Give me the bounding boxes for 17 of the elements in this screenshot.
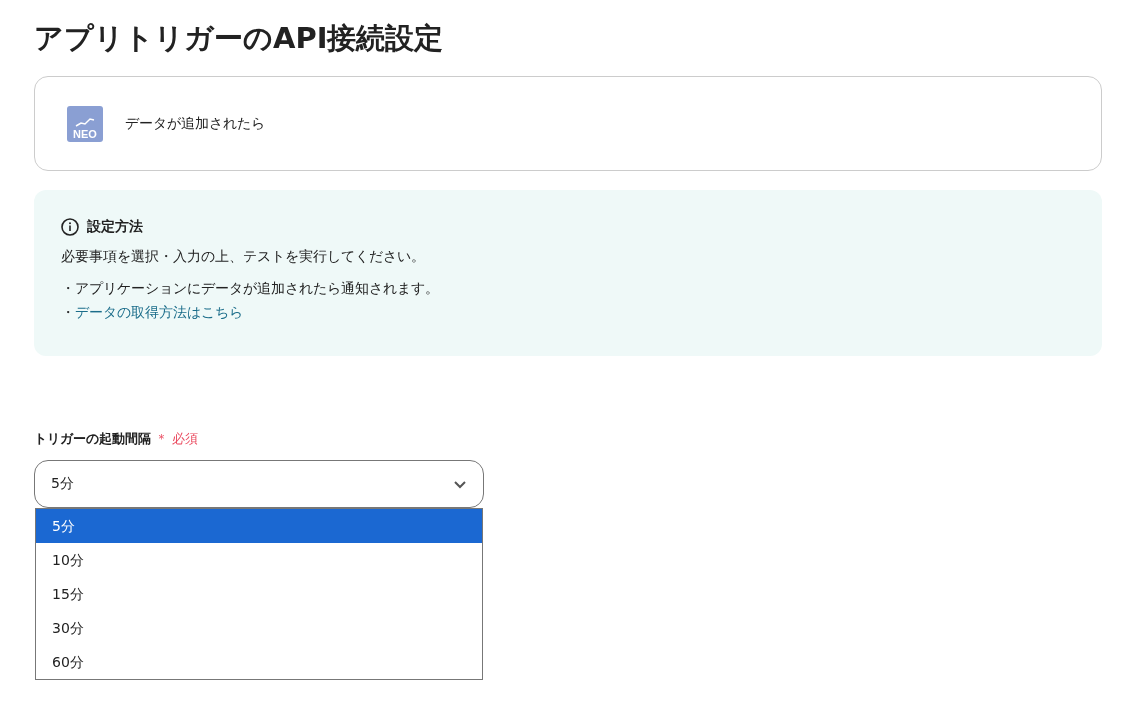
dropdown-option[interactable]: 5分	[36, 509, 482, 543]
help-link[interactable]: データの取得方法はこちら	[75, 304, 243, 320]
info-bullet: ・データの取得方法はこちら	[61, 303, 244, 322]
dropdown-option[interactable]: 15分	[36, 577, 482, 611]
required-mark: ＊ 必須	[155, 430, 199, 448]
info-icon	[61, 218, 79, 236]
dropdown-option[interactable]: 10分	[36, 543, 482, 577]
dropdown-option[interactable]: 60分	[36, 645, 482, 679]
app-logo-icon: NEO	[67, 105, 103, 142]
page-title: アプリトリガーのAPI接続設定	[34, 20, 445, 57]
info-bullet: ・アプリケーションにデータが追加されたら通知されます。	[61, 279, 440, 298]
trigger-name: データが追加されたら	[125, 114, 265, 133]
dropdown-option[interactable]: 30分	[36, 611, 482, 645]
info-text: 必要事項を選択・入力の上、テストを実行してください。	[61, 248, 426, 266]
chevron-down-icon	[453, 479, 467, 489]
info-heading: 設定方法	[87, 218, 143, 236]
field-label: トリガーの起動間隔	[34, 430, 151, 448]
